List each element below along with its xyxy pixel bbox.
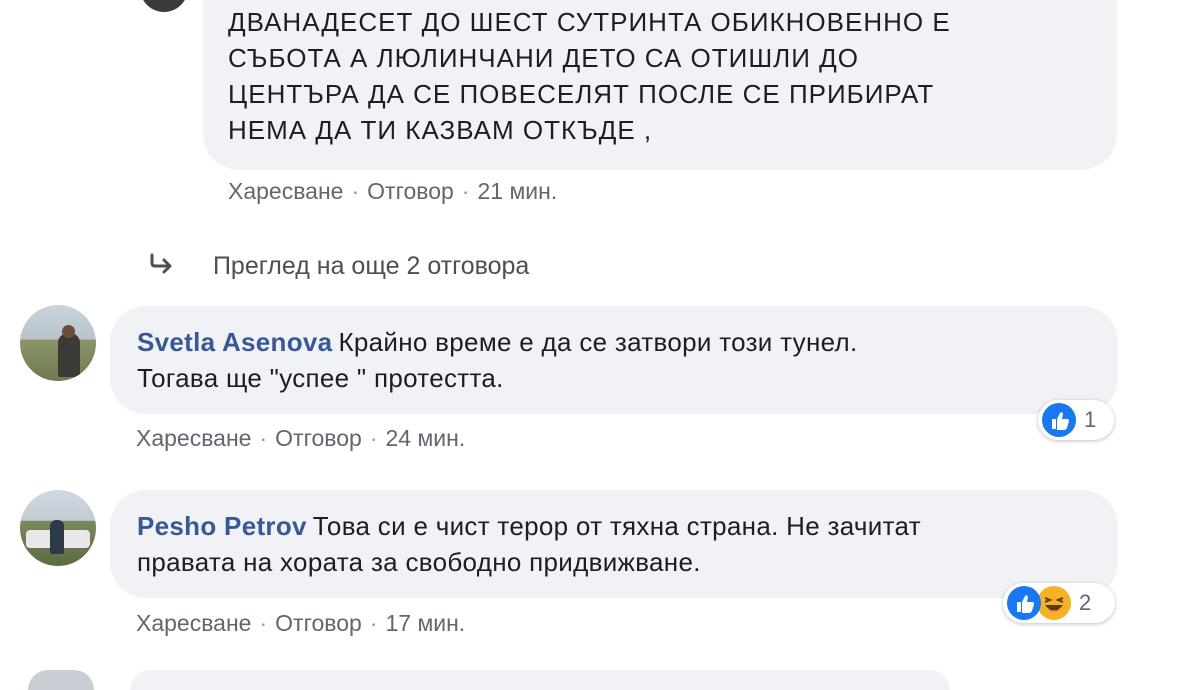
comment-text-line: Тогава ще "успее " протестта. [137,363,504,393]
timestamp-link[interactable]: 17 мин. [385,610,465,636]
comment-text-line: ЦЕНТЪРА ДА СЕ ПОВЕСЕЛЯТ ПОСЛЕ СЕ ПРИБИРА… [228,79,935,109]
avatar-figure [50,520,64,554]
avatar[interactable] [20,305,96,381]
comment-text: Svetla Asenova Крайно време е да се затво… [137,324,1118,396]
view-more-replies-link[interactable]: Преглед на още 2 отговора [148,252,529,282]
comment-text-line: НЕМА ДА ТИ КАЗВАМ ОТКЪДЕ , [228,115,653,145]
separator-dot: · [461,178,470,204]
separator-dot: · [369,425,378,451]
comment-text-line: ДВАНАДЕСЕТ ДО ШЕСТ СУТРИНТА ОБИКНОВЕННО … [228,7,951,37]
comment-bubble: ДВАНАДЕСЕТ ДО ШЕСТ СУТРИНТА ОБИКНОВЕННО … [203,0,1117,170]
comment-text-line: Крайно време е да се затвори този тунел. [338,327,858,357]
like-icon [1007,586,1041,620]
separator-dot: · [351,178,360,204]
timestamp-link[interactable]: 21 мин. [477,178,557,204]
comment-text: ДВАНАДЕСЕТ ДО ШЕСТ СУТРИНТА ОБИКНОВЕННО … [228,4,1117,148]
view-replies-label: Преглед на още 2 отговора [212,252,530,280]
like-link[interactable]: Харесване [136,425,251,451]
comment-bubble [130,670,950,690]
comment-actions: Харесване · Отговор · 24 мин. [136,425,465,452]
reaction-count: 2 [1079,590,1092,615]
reply-link[interactable]: Отговор [367,178,454,204]
comment-author[interactable]: Svetla Asenova [137,327,332,357]
separator-dot: · [259,425,268,451]
like-icon [1042,403,1076,437]
timestamp-link[interactable]: 24 мин. [385,425,465,451]
reply-link[interactable]: Отговор [275,425,362,451]
reaction-count: 1 [1084,407,1097,432]
like-link[interactable]: Харесване [136,610,251,636]
reply-link[interactable]: Отговор [275,610,362,636]
comment-text-line: СЪБОТА А ЛЮЛИНЧАНИ ДЕТО СА ОТИШЛИ ДО [228,43,859,73]
comment-text-line: Това си е чист терор от тяхна страна. Не… [312,511,921,541]
comment-actions: Харесване · Отговор · 17 мин. [136,610,465,637]
separator-dot: · [369,610,378,636]
separator-dot: · [259,610,268,636]
haha-icon [1037,586,1071,620]
like-link[interactable]: Харесване [228,178,343,204]
avatar[interactable] [20,490,96,566]
comment-author[interactable]: Pesho Petrov [137,511,307,541]
comment-text: Pesho Petrov Това си е чист терор от тяхн… [137,508,1118,580]
comment-bubble: Svetla Asenova Крайно време е да се затво… [110,306,1118,414]
comment-bubble: Pesho Petrov Това си е чист терор от тяхн… [110,490,1118,598]
reaction-summary[interactable]: 1 [1038,400,1114,440]
reaction-summary[interactable]: 2 [1003,583,1115,623]
comment-actions: Харесване · Отговор · 21 мин. [228,178,557,205]
avatar-head [62,325,75,338]
avatar-figure [58,333,80,377]
avatar[interactable] [28,670,94,690]
reply-arrow-icon [148,253,178,282]
comment-text-line: правата на хората за свободно придвижван… [137,547,701,577]
avatar[interactable] [140,0,188,12]
